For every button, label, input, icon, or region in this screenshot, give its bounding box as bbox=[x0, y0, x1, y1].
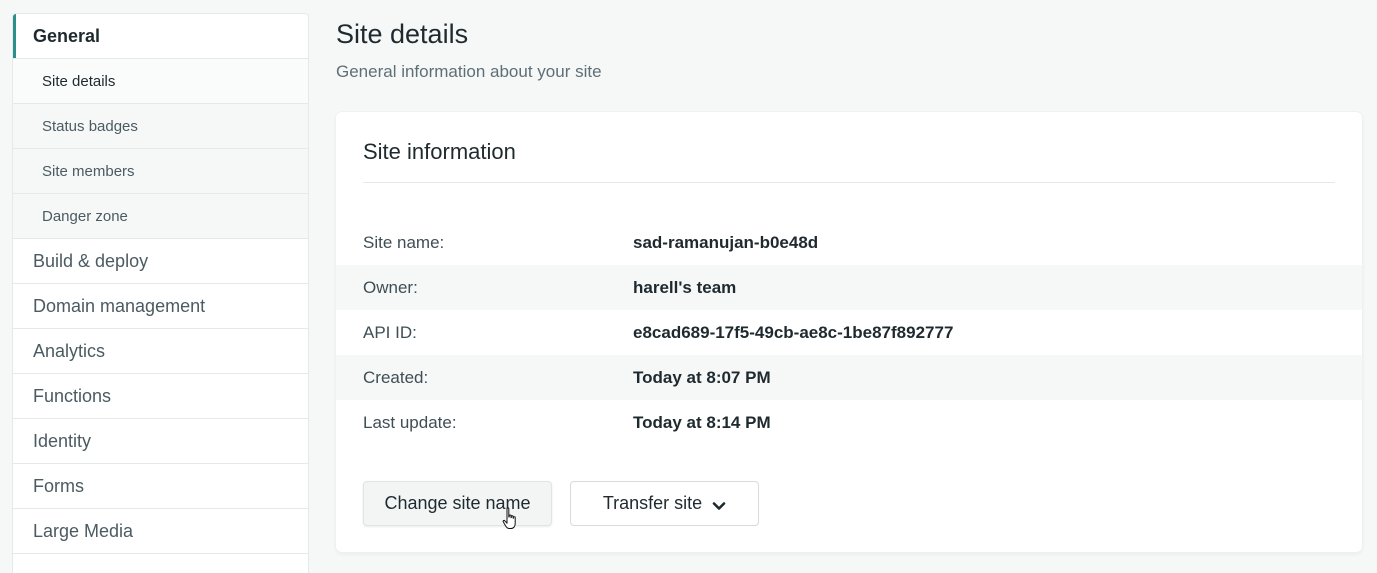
sidebar-subitem-status-badges[interactable]: Status badges bbox=[13, 104, 308, 149]
info-row-api-id: API ID: e8cad689-17f5-49cb-ae8c-1be87f89… bbox=[336, 310, 1362, 355]
info-label: Last update: bbox=[363, 412, 457, 432]
info-value: harell's team bbox=[633, 277, 737, 297]
info-value: e8cad689-17f5-49cb-ae8c-1be87f892777 bbox=[633, 322, 954, 342]
info-label: API ID: bbox=[363, 322, 417, 342]
info-row-site-name: Site name: sad-ramanujan-b0e48d bbox=[336, 220, 1362, 265]
sidebar-item-label: General bbox=[33, 25, 101, 46]
sidebar-item-label: Identity bbox=[33, 430, 92, 451]
site-information-card: Site information Site name: sad-ramanuja… bbox=[336, 112, 1362, 552]
sidebar-subitem-danger-zone[interactable]: Danger zone bbox=[13, 194, 308, 239]
sidebar-subitem-site-details[interactable]: Site details bbox=[13, 59, 308, 104]
sidebar-item-functions[interactable]: Functions bbox=[13, 374, 308, 419]
card-divider bbox=[363, 182, 1335, 183]
sidebar-item-label: Analytics bbox=[33, 340, 106, 361]
sidebar-item-domain-management[interactable]: Domain management bbox=[13, 284, 308, 329]
info-label: Owner: bbox=[363, 277, 418, 297]
change-site-name-button[interactable]: Change site name bbox=[363, 481, 552, 526]
page-title: Site details bbox=[336, 19, 469, 49]
sidebar-item-build-deploy[interactable]: Build & deploy bbox=[13, 239, 308, 284]
sidebar-item-label: Build & deploy bbox=[33, 250, 149, 271]
sidebar-subitem-label: Status badges bbox=[42, 117, 138, 135]
info-row-created: Created: Today at 8:07 PM bbox=[336, 355, 1362, 400]
site-info-table: Site name: sad-ramanujan-b0e48d Owner: h… bbox=[336, 220, 1362, 445]
info-value: sad-ramanujan-b0e48d bbox=[633, 232, 819, 252]
sidebar-item-label: Domain management bbox=[33, 295, 206, 316]
info-row-owner: Owner: harell's team bbox=[336, 265, 1362, 310]
sidebar-subitem-site-members[interactable]: Site members bbox=[13, 149, 308, 194]
sidebar-item-large-media[interactable]: Large Media bbox=[13, 509, 308, 554]
sidebar-subitem-label: Site members bbox=[42, 162, 135, 180]
chevron-down-icon bbox=[712, 497, 726, 511]
info-label: Created: bbox=[363, 367, 429, 387]
settings-sidebar: General Site details Status badges Site … bbox=[12, 13, 309, 573]
sidebar-subitem-label: Site details bbox=[42, 72, 116, 90]
card-title: Site information bbox=[363, 139, 516, 164]
sidebar-item-forms[interactable]: Forms bbox=[13, 464, 308, 509]
page-subtitle: General information about your site bbox=[336, 62, 602, 81]
transfer-site-button[interactable]: Transfer site bbox=[570, 481, 759, 526]
sidebar-item-label: Forms bbox=[33, 475, 84, 496]
sidebar-item-identity[interactable]: Identity bbox=[13, 419, 308, 464]
hand-pointer-icon bbox=[502, 507, 518, 531]
info-row-last-update: Last update: Today at 8:14 PM bbox=[336, 400, 1362, 445]
sidebar-item-general[interactable]: General bbox=[13, 14, 308, 59]
sidebar-item-analytics[interactable]: Analytics bbox=[13, 329, 308, 374]
sidebar-subitem-label: Danger zone bbox=[42, 207, 128, 225]
sidebar-item-label: Large Media bbox=[33, 520, 134, 541]
info-label: Site name: bbox=[363, 232, 445, 252]
transfer-site-label: Transfer site bbox=[602, 493, 703, 513]
info-value: Today at 8:14 PM bbox=[633, 412, 771, 432]
sidebar-item-label: Functions bbox=[33, 385, 112, 406]
info-value: Today at 8:07 PM bbox=[633, 367, 771, 387]
